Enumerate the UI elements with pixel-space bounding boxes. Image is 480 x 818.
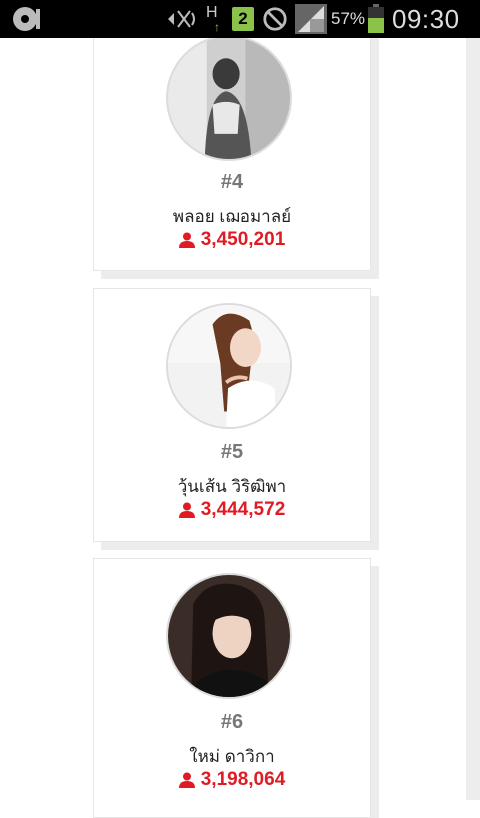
follower-count: 3,450,201 [94,229,370,251]
avatar [166,35,292,161]
ranking-card[interactable]: #5 วุ้นเส้น วิริฒิพา 3,444,572 [93,288,371,542]
scrollbar[interactable] [466,38,480,800]
sim-2-icon: 2 [232,0,256,38]
person-name: ใหม่ ดาวิกา [189,747,275,766]
blocked-icon [262,0,290,38]
signal-muted-icon [164,0,198,38]
person-name: พลอย เฌอมาลย์ [172,207,292,226]
clock: 09:30 [392,3,460,34]
network-h-icon: H ↑ [206,4,220,34]
record-icon [10,5,44,33]
battery-icon [367,0,385,38]
follower-count-value: 3,444,572 [200,499,286,520]
user-icon [178,232,195,248]
battery-percent: 57% [331,9,366,28]
rank-label: #4 [220,171,244,193]
user-icon [178,772,195,788]
avatar [166,573,292,699]
ranking-card[interactable]: #4 พลอย เฌอมาลย์ 3,450,201 [93,18,371,271]
avatar [166,303,292,429]
follower-count-value: 3,450,201 [200,229,286,250]
sim-label: 2 [238,9,248,28]
rank-label: #5 [220,441,244,463]
ranking-card[interactable]: #6 ใหม่ ดาวิกา 3,198,064 [93,558,371,818]
rank-label: #6 [220,711,244,733]
follower-count: 3,444,572 [94,499,370,521]
status-bar: H ↑ 2 57% 09:30 [0,0,480,38]
follower-count-value: 3,198,064 [200,769,286,790]
person-name: วุ้นเส้น วิริฒิพา [177,477,287,496]
cell-signal-icon [294,0,328,38]
follower-count: 3,198,064 [94,769,370,791]
user-icon [178,502,195,518]
